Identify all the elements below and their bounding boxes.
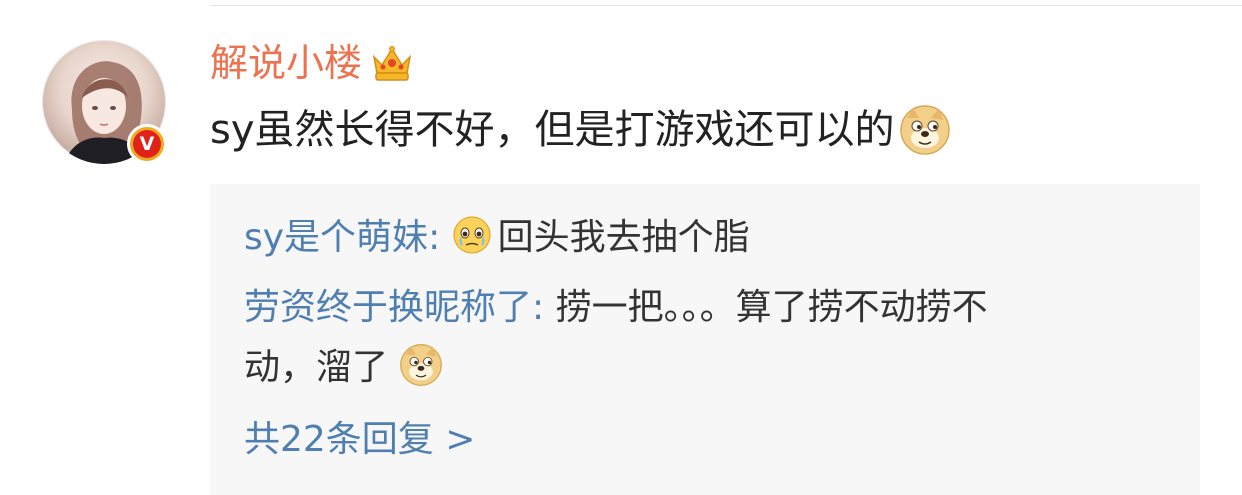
reply-box: sy是个萌妹: 回头我去抽个脂 劳资终于换昵称了: 捞一把。。。算了捞不动捞不 … (210, 184, 1200, 495)
doge-emoji-icon (400, 344, 443, 386)
verified-label: V (139, 132, 155, 155)
username[interactable]: 解说小楼 (210, 38, 362, 88)
reply-item: sy是个萌妹: 回头我去抽个脂 (244, 210, 750, 266)
reply-item-continuation: 动，溜了 (244, 340, 443, 396)
top-divider (210, 5, 1242, 6)
reply-text: 回头我去抽个脂 (497, 217, 750, 258)
comment-text: sy虽然长得不好，但是打游戏还可以的 (210, 107, 895, 153)
reply-username[interactable]: 劳资终于换昵称了 (244, 287, 532, 328)
reply-separator: : (532, 287, 556, 328)
more-replies-link[interactable]: 共22条回复 > (244, 412, 475, 468)
reply-text-line1: 捞一把。。。算了捞不动捞不 (555, 287, 988, 328)
username-row: 解说小楼 (210, 38, 414, 88)
vip-crown-icon[interactable] (370, 43, 414, 83)
teary-face-icon (453, 216, 491, 254)
doge-emoji-icon (899, 105, 950, 155)
verified-badge: V (127, 124, 167, 164)
reply-separator: : (428, 217, 452, 258)
verified-v-icon: V (133, 130, 161, 158)
reply-item: 劳资终于换昵称了: 捞一把。。。算了捞不动捞不 (244, 280, 988, 336)
reply-text-line2: 动，溜了 (244, 347, 389, 388)
comment-row: sy虽然长得不好，但是打游戏还可以的 (210, 102, 951, 158)
reply-username[interactable]: sy是个萌妹 (244, 217, 428, 258)
